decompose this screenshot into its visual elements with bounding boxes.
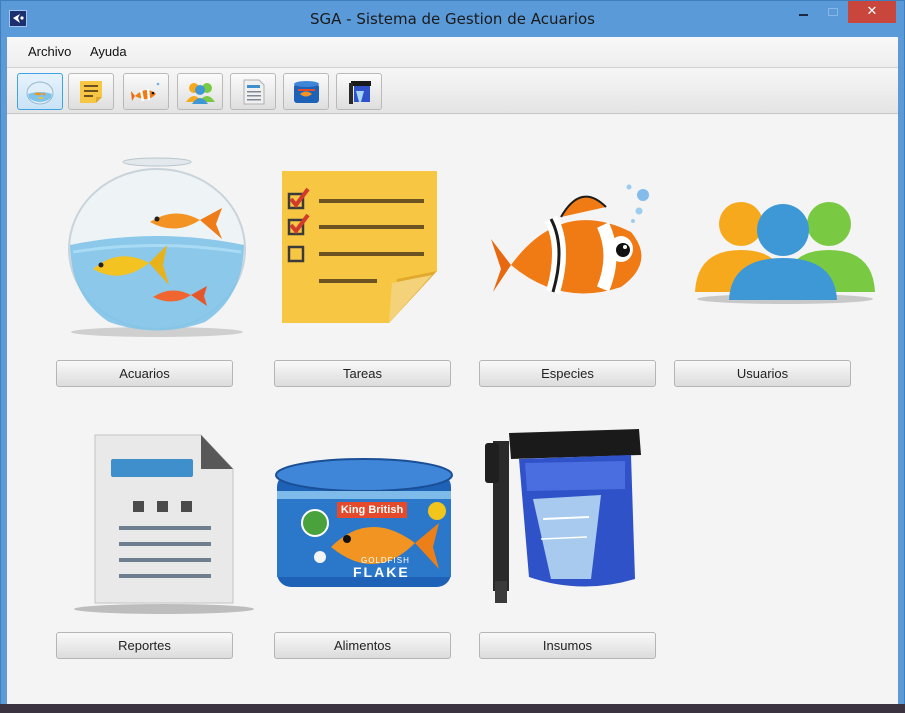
users-icon [695,202,875,304]
insumos-button[interactable]: Insumos [479,632,656,659]
fishbowl-icon [68,157,246,337]
especies-button[interactable]: Especies [479,360,656,387]
toolbar [7,69,898,114]
fish-food-icon [294,81,319,103]
report-icon [74,434,254,614]
usuarios-button[interactable]: Usuarios [674,360,851,387]
menu-archivo[interactable]: Archivo [28,44,71,59]
aquarium-filter-icon [349,81,371,104]
reportes-button[interactable]: Reportes [56,632,233,659]
title-bar[interactable]: SGA - Sistema de Gestion de Acuarios ✕ [1,1,904,37]
toolbar-especies-button[interactable] [123,73,169,110]
users-icon [186,83,215,104]
close-button[interactable]: ✕ [848,1,896,23]
toolbar-tareas-button[interactable] [68,73,114,110]
minimize-icon [799,14,808,16]
tareas-button[interactable]: Tareas [274,360,451,387]
minimize-button[interactable] [788,1,818,23]
fishbowl-icon [26,81,54,105]
task-note-icon [282,171,437,323]
maximize-icon [828,8,838,16]
toolbar-insumos-button[interactable] [336,73,382,110]
clownfish-icon [131,82,160,102]
menu-ayuda[interactable]: Ayuda [90,44,127,59]
toolbar-usuarios-button[interactable] [177,73,223,110]
aquarium-filter-icon [485,429,641,603]
fish-food-icon: King British GOLDFISH FLAKE [271,457,457,597]
desktop-background-strip [0,704,905,713]
maximize-button[interactable] [819,1,847,23]
report-icon [243,79,265,105]
menu-bar: Archivo Ayuda [7,37,898,68]
clownfish-icon [491,184,649,294]
app-window: SGA - Sistema de Gestion de Acuarios ✕ A… [0,0,905,713]
acuarios-button[interactable]: Acuarios [56,360,233,387]
toolbar-alimentos-button[interactable] [283,73,329,110]
product-brand-label: King British [337,502,407,518]
toolbar-reportes-button[interactable] [230,73,276,110]
toolbar-acuarios-button[interactable] [17,73,63,110]
module-grid: King British GOLDFISH FLAKE Acuarios Tar… [7,115,898,705]
notes-icon [80,81,102,103]
window-title: SGA - Sistema de Gestion de Acuarios [309,10,595,28]
alimentos-button[interactable]: Alimentos [274,632,451,659]
client-area: Archivo Ayuda King British GOLDFISH FLAK… [7,37,898,705]
product-type-label: FLAKE [353,564,410,580]
